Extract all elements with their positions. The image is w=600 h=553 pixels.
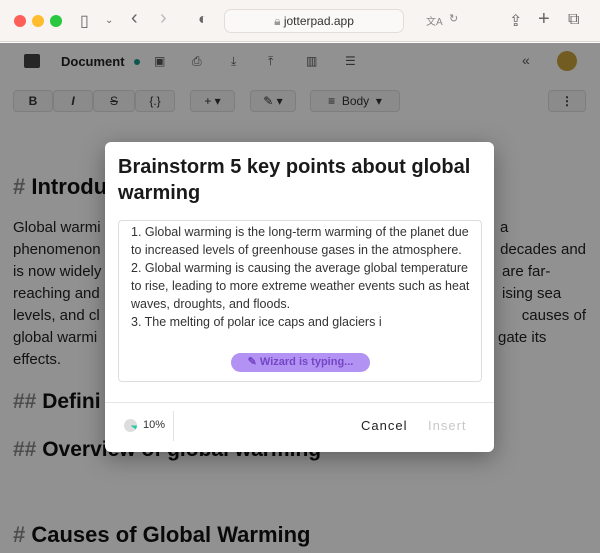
cancel-button[interactable]: Cancel xyxy=(361,418,407,433)
wizard-dialog: Brainstorm 5 key points about global war… xyxy=(105,142,494,452)
back-icon[interactable]: ‹ xyxy=(131,7,138,30)
progress-label: 10% xyxy=(143,419,166,431)
reload-icon[interactable]: ↻ xyxy=(449,12,458,25)
forward-icon[interactable]: › xyxy=(160,7,167,30)
minimize-window-button[interactable] xyxy=(32,15,44,27)
browser-toolbar: ▯ ⌄ ‹ › ◐ 🔒︎ jotterpad.app 文A ↻ ⇪ + ⧉ xyxy=(0,0,600,42)
new-tab-icon[interactable]: + xyxy=(538,8,550,31)
footer-separator xyxy=(173,411,174,441)
progress-pie-icon xyxy=(124,419,137,432)
translate-icon[interactable]: 文A xyxy=(426,13,443,28)
address-bar[interactable]: 🔒︎ jotterpad.app xyxy=(224,9,404,33)
magic-wand-icon: ✎ xyxy=(247,356,260,368)
close-window-button[interactable] xyxy=(14,15,26,27)
insert-button[interactable]: Insert xyxy=(428,418,467,433)
typing-label: Wizard is typing... xyxy=(259,356,354,368)
footer-divider xyxy=(105,402,494,403)
dialog-title: Brainstorm 5 key points about global war… xyxy=(118,156,471,204)
generated-text: 1. Global warming is the long-term warmi… xyxy=(131,225,470,329)
wizard-typing-indicator: ✎ Wizard is typing... xyxy=(231,353,370,372)
generated-text-box[interactable]: 1. Global warming is the long-term warmi… xyxy=(118,220,482,382)
url-text: jotterpad.app xyxy=(283,14,354,28)
tabs-overview-icon[interactable]: ⧉ xyxy=(568,11,579,29)
lock-icon: 🔒︎ xyxy=(274,14,284,28)
share-icon[interactable]: ⇪ xyxy=(509,11,522,31)
sidebar-icon[interactable]: ▯ xyxy=(80,11,89,31)
chevron-down-icon[interactable]: ⌄ xyxy=(105,15,113,26)
shield-icon[interactable]: ◐ xyxy=(198,11,208,29)
zoom-window-button[interactable] xyxy=(50,15,62,27)
